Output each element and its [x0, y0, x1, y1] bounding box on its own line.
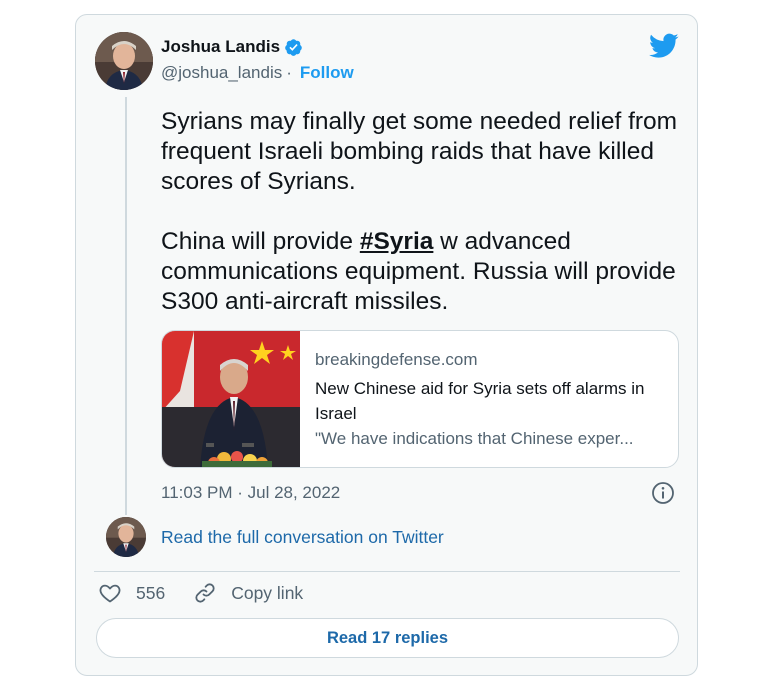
info-icon[interactable]	[651, 481, 675, 505]
link-preview-image	[162, 331, 300, 467]
verified-badge-icon	[284, 38, 303, 57]
divider	[94, 571, 680, 572]
link-domain: breakingdefense.com	[315, 350, 478, 369]
handle-separator: ·	[286, 63, 292, 82]
twitter-bird-icon[interactable]	[649, 33, 679, 59]
link-icon	[195, 583, 215, 603]
copy-link-button[interactable]: Copy link	[193, 581, 303, 605]
like-count: 556	[136, 582, 166, 603]
link-description: "We have indications that Chinese exper.…	[315, 429, 634, 448]
author-name-row: Joshua Landis	[161, 37, 303, 57]
conversation-avatar[interactable]	[106, 517, 146, 557]
author-avatar[interactable]	[95, 32, 153, 90]
thread-line	[125, 97, 127, 515]
copy-link-label: Copy link	[231, 582, 304, 603]
tweet-timestamp[interactable]: 11:03 PM · Jul 28, 2022	[161, 483, 340, 503]
tweet-paragraph-2-start: China will provide	[161, 228, 360, 255]
author-handle-row: @joshua_landis · Follow	[161, 63, 354, 83]
link-preview-card[interactable]: breakingdefense.com New Chinese aid for …	[161, 330, 679, 468]
tweet-paragraph-1: Syrians may finally get some needed reli…	[161, 108, 678, 195]
author-display-name[interactable]: Joshua Landis	[161, 37, 280, 57]
like-button[interactable]: 556	[98, 581, 165, 605]
embedded-tweet-card: Joshua Landis @joshua_landis · Follow Sy…	[75, 14, 698, 676]
heart-icon	[99, 584, 121, 603]
tweet-paragraph-2: China will provide #Syria w advanced com…	[161, 227, 681, 317]
tweet-text: Syrians may finally get some needed reli…	[161, 107, 681, 317]
tweet-actions: 556 Copy link	[98, 581, 303, 605]
follow-button[interactable]: Follow	[300, 63, 354, 83]
author-handle[interactable]: @joshua_landis	[161, 63, 282, 83]
link-title: New Chinese aid for Syria sets off alarm…	[315, 379, 645, 423]
read-conversation-link[interactable]: Read the full conversation on Twitter	[161, 527, 444, 548]
hashtag-link[interactable]: #Syria	[360, 228, 434, 255]
read-replies-button[interactable]: Read 17 replies	[96, 618, 679, 658]
